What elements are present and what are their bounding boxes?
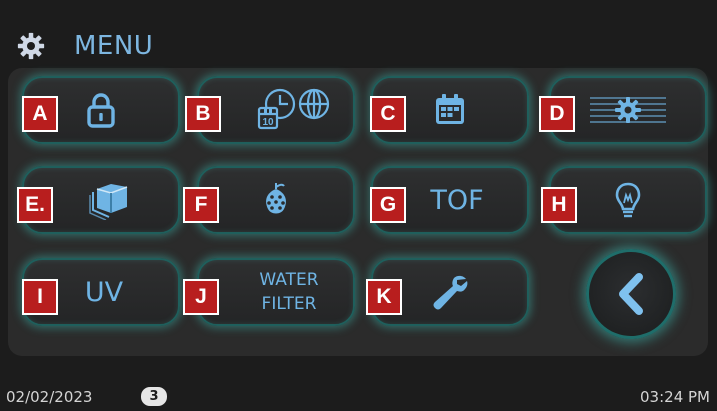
lock-icon [87, 93, 115, 128]
calendar-icon [436, 94, 464, 124]
footer-time: 03:24 PM [640, 388, 710, 406]
tile-letter-h: H [541, 187, 577, 223]
hops-icon [266, 183, 286, 214]
tile-label-tof: TOF [430, 184, 484, 216]
gear-icon [17, 32, 45, 60]
tile-letter-i: I [22, 279, 58, 315]
page-title: MENU [74, 31, 154, 61]
tile-letter-b: B [185, 96, 221, 132]
tile-label-water-filter: WATER FILTER [259, 270, 319, 314]
ice-cube-icon [89, 184, 128, 220]
svg-text:10: 10 [262, 117, 274, 128]
tile-label-uv: UV [84, 276, 124, 308]
back-button[interactable] [586, 249, 676, 339]
tile-letter-g: G [370, 187, 406, 223]
tile-letter-d: D [539, 96, 575, 132]
tile-letter-k: K [366, 279, 402, 315]
menu-tile-f[interactable] [197, 166, 355, 234]
light-bulb-icon [615, 182, 641, 218]
notification-count-badge: 3 [141, 387, 167, 406]
menu-tile-j[interactable]: WATER FILTER [197, 258, 355, 326]
wrench-icon [433, 275, 468, 310]
calendar-clock-globe-icon: 10 [257, 88, 330, 130]
footer-date: 02/02/2023 [6, 388, 93, 406]
tile-letter-a: A [22, 96, 58, 132]
settings-list-icon [590, 97, 666, 123]
tile-letter-f: F [183, 187, 219, 223]
tile-letter-j: J [183, 279, 219, 315]
tile-letter-e: E. [17, 187, 53, 223]
menu-header: MENU [16, 26, 153, 66]
chevron-left-icon [619, 273, 643, 315]
tile-letter-c: C [370, 96, 406, 132]
